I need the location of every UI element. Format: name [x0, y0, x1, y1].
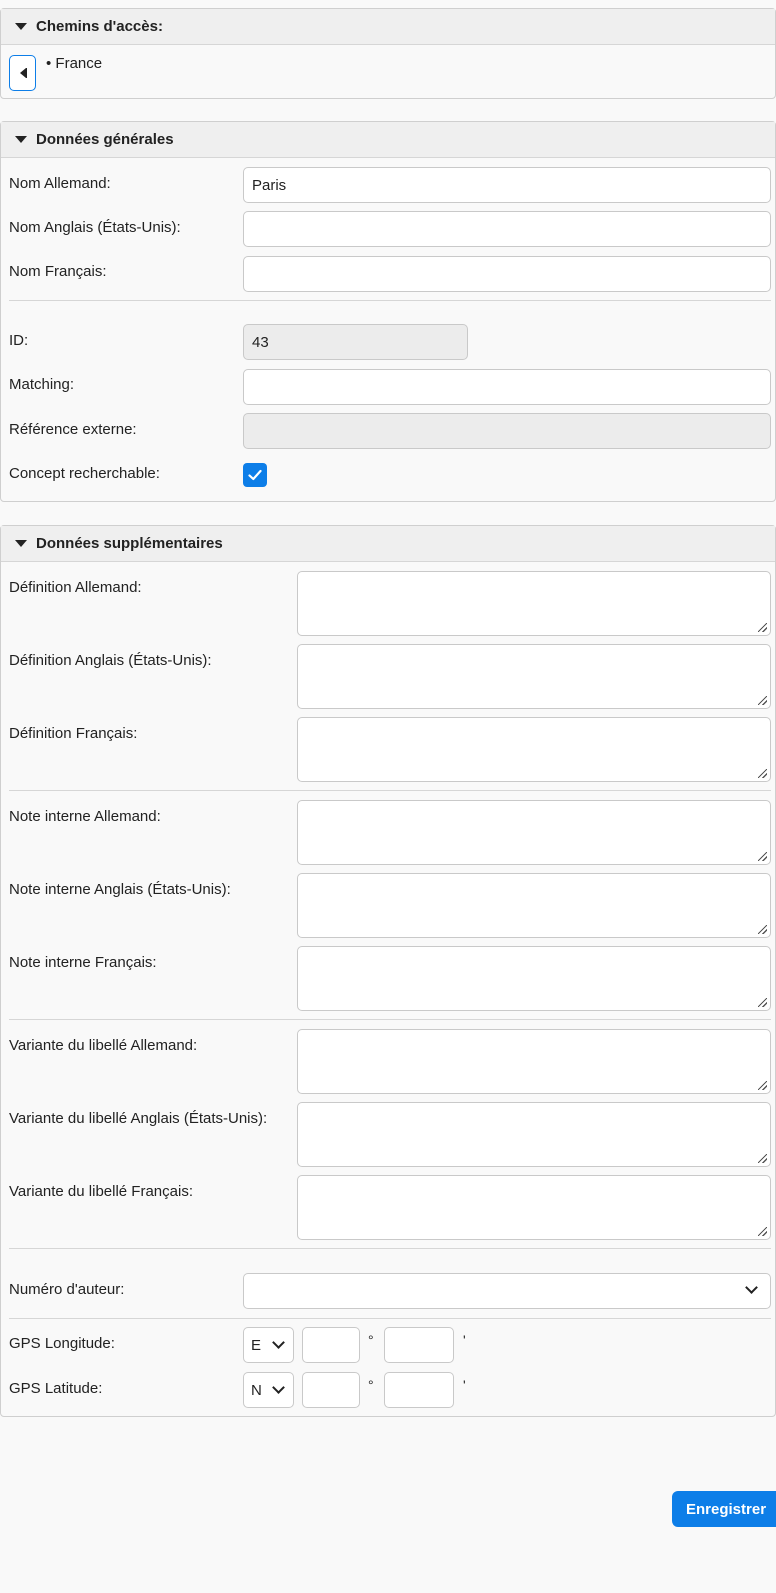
variant-en-label: Variante du libellé Anglais (États-Unis)… [9, 1110, 268, 1127]
matching-label: Matching: [9, 376, 75, 393]
id-label: ID: [9, 332, 29, 349]
note-en-label: Note interne Anglais (États-Unis): [9, 881, 231, 898]
resize-grip-icon[interactable] [758, 998, 767, 1007]
step-back-icon [19, 68, 27, 78]
author-select[interactable] [243, 1273, 771, 1309]
degree-symbol: ° [368, 1377, 374, 1393]
def-de-textarea[interactable] [297, 571, 771, 636]
external-ref-label: Référence externe: [9, 421, 137, 438]
def-en-label: Définition Anglais (États-Unis): [9, 652, 212, 669]
resize-grip-icon[interactable] [758, 769, 767, 778]
path-item[interactable]: • France [46, 55, 102, 72]
paths-panel-title: Chemins d'accès: [36, 18, 163, 35]
caret-down-icon [15, 23, 27, 30]
note-fr-label: Note interne Français: [9, 954, 157, 971]
gps-lat-direction-value: N [251, 1381, 262, 1399]
checkmark-icon [248, 469, 262, 481]
gps-lon-direction-value: E [251, 1336, 262, 1354]
divider [9, 300, 771, 301]
back-button[interactable] [9, 55, 36, 91]
caret-down-icon [15, 136, 27, 143]
author-label: Numéro d'auteur: [9, 1281, 125, 1298]
def-fr-label: Définition Français: [9, 725, 138, 742]
chevron-down-icon [272, 1381, 285, 1394]
minute-symbol: ' [463, 1332, 466, 1348]
matching-input[interactable] [243, 369, 771, 405]
gps-lat-degrees-input[interactable] [302, 1372, 360, 1408]
resize-grip-icon[interactable] [758, 1081, 767, 1090]
name-de-value: Paris [252, 176, 287, 194]
name-fr-input[interactable] [243, 256, 771, 292]
variant-de-label: Variante du libellé Allemand: [9, 1037, 198, 1054]
divider [9, 1248, 771, 1249]
path-item-label[interactable]: France [55, 55, 102, 72]
id-value: 43 [252, 333, 269, 351]
divider [9, 1318, 771, 1319]
resize-grip-icon[interactable] [758, 623, 767, 632]
variant-de-textarea[interactable] [297, 1029, 771, 1094]
note-de-textarea[interactable] [297, 800, 771, 865]
paths-panel-header[interactable]: Chemins d'accès: [1, 9, 775, 45]
gps-lon-label: GPS Longitude: [9, 1335, 115, 1352]
name-en-label: Nom Anglais (États-Unis): [9, 219, 181, 236]
divider [9, 790, 771, 791]
external-ref-input [243, 413, 771, 449]
def-de-label: Définition Allemand: [9, 579, 142, 596]
searchable-checkbox[interactable] [243, 463, 267, 487]
save-button[interactable]: Enregistrer [672, 1491, 776, 1527]
resize-grip-icon[interactable] [758, 1227, 767, 1236]
paths-panel: Chemins d'accès: [0, 8, 776, 99]
caret-down-icon [15, 540, 27, 547]
gps-lat-label: GPS Latitude: [9, 1380, 103, 1397]
resize-grip-icon[interactable] [758, 696, 767, 705]
name-de-label: Nom Allemand: [9, 175, 111, 192]
gps-lon-direction-select[interactable]: E [243, 1327, 294, 1363]
gps-lon-minutes-input[interactable] [384, 1327, 454, 1363]
resize-grip-icon[interactable] [758, 1154, 767, 1163]
variant-fr-textarea[interactable] [297, 1175, 771, 1240]
def-en-textarea[interactable] [297, 644, 771, 709]
name-de-input[interactable]: Paris [243, 167, 771, 203]
degree-symbol: ° [368, 1332, 374, 1348]
general-panel-header[interactable]: Données générales [1, 122, 775, 158]
minute-symbol: ' [463, 1377, 466, 1393]
divider [9, 1019, 771, 1020]
general-panel-title: Données générales [36, 131, 174, 148]
def-fr-textarea[interactable] [297, 717, 771, 782]
chevron-down-icon [745, 1281, 758, 1294]
extra-panel-title: Données supplémentaires [36, 535, 223, 552]
gps-lon-degrees-input[interactable] [302, 1327, 360, 1363]
note-de-label: Note interne Allemand: [9, 808, 161, 825]
gps-lat-minutes-input[interactable] [384, 1372, 454, 1408]
chevron-down-icon [272, 1336, 285, 1349]
gps-lat-direction-select[interactable]: N [243, 1372, 294, 1408]
resize-grip-icon[interactable] [758, 852, 767, 861]
extra-panel-header[interactable]: Données supplémentaires [1, 526, 775, 562]
searchable-label: Concept recherchable: [9, 465, 160, 482]
variant-fr-label: Variante du libellé Français: [9, 1183, 193, 1200]
resize-grip-icon[interactable] [758, 925, 767, 934]
variant-en-textarea[interactable] [297, 1102, 771, 1167]
name-en-input[interactable] [243, 211, 771, 247]
name-fr-label: Nom Français: [9, 263, 107, 280]
note-fr-textarea[interactable] [297, 946, 771, 1011]
note-en-textarea[interactable] [297, 873, 771, 938]
id-input: 43 [243, 324, 468, 360]
